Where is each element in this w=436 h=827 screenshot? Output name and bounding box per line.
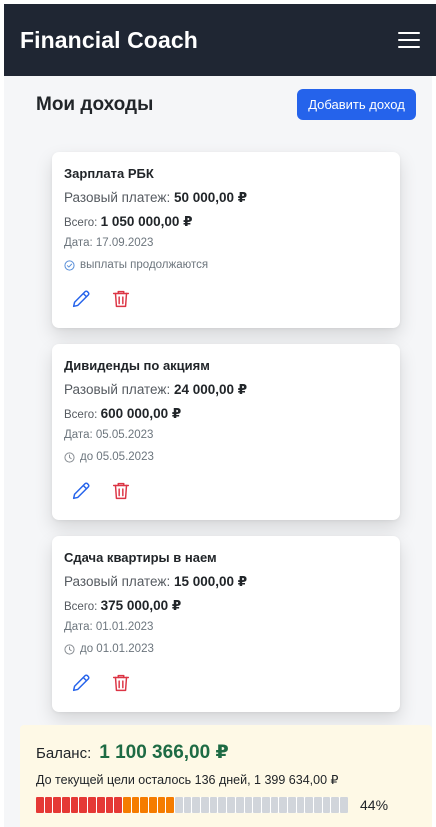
payment-value: 24 000,00 ₽ bbox=[173, 382, 248, 397]
card-actions bbox=[70, 288, 132, 310]
progress-segment bbox=[235, 797, 244, 813]
status-text: до 05.05.2023 bbox=[80, 451, 154, 463]
progress-segment bbox=[253, 797, 261, 813]
progress-segment bbox=[53, 797, 62, 813]
total-value: 1 050 000,00 ₽ bbox=[100, 214, 193, 229]
income-status: выплаты продолжаются bbox=[64, 256, 388, 274]
income-total: Всего: 1 050 000,00 ₽ bbox=[64, 214, 388, 234]
goal-progress-bar bbox=[36, 797, 348, 813]
progress-segment bbox=[166, 797, 174, 813]
income-date: Дата: 17.09.2023 bbox=[64, 237, 154, 249]
income-date: Дата: 05.05.2023 bbox=[64, 429, 154, 441]
progress-segment bbox=[131, 797, 140, 813]
payment-label: Разовый платеж: bbox=[64, 382, 171, 397]
progress-segment bbox=[340, 797, 348, 813]
card-actions bbox=[70, 672, 132, 694]
card-actions bbox=[70, 480, 132, 502]
income-card: Сдача квартиры в наем Разовый платеж: 15 … bbox=[52, 536, 400, 712]
progress-segment bbox=[305, 797, 313, 813]
progress-segment bbox=[261, 797, 270, 813]
status-text: выплаты продолжаются bbox=[80, 259, 209, 271]
total-label: Всего: bbox=[64, 409, 98, 421]
progress-segment bbox=[88, 797, 96, 813]
income-card: Дивиденды по акциям Разовый платеж: 24 00… bbox=[52, 344, 400, 520]
main-content: Мои доходы Добавить доход Зарплата РБК Ра… bbox=[4, 76, 432, 827]
progress-segment bbox=[36, 797, 44, 813]
progress-segment bbox=[296, 797, 305, 813]
edit-icon[interactable] bbox=[70, 288, 92, 310]
progress-segment bbox=[192, 797, 201, 813]
income-title: Дивиденды по акциям bbox=[64, 358, 210, 373]
progress-segment bbox=[105, 797, 114, 813]
progress-percent: 44% bbox=[360, 797, 389, 813]
edit-icon[interactable] bbox=[70, 480, 92, 502]
progress-segment bbox=[157, 797, 166, 813]
progress-segment bbox=[314, 797, 322, 813]
delete-icon[interactable] bbox=[110, 672, 132, 694]
total-label: Всего: bbox=[64, 217, 98, 229]
progress-segment bbox=[279, 797, 287, 813]
income-card: Зарплата РБК Разовый платеж: 50 000,00 ₽ В… bbox=[52, 152, 400, 328]
progress-segment bbox=[96, 797, 105, 813]
clock-icon bbox=[64, 643, 75, 655]
progress-segment bbox=[175, 797, 183, 813]
income-date: Дата: 01.01.2023 bbox=[64, 621, 154, 633]
payment-value: 50 000,00 ₽ bbox=[173, 190, 248, 205]
income-title: Зарплата РБК bbox=[64, 166, 154, 181]
income-status: до 01.01.2023 bbox=[64, 640, 388, 658]
progress-segment bbox=[287, 797, 296, 813]
progress-segment bbox=[270, 797, 279, 813]
payment-label: Разовый платеж: bbox=[64, 574, 171, 589]
progress-segment bbox=[227, 797, 235, 813]
balance-value: 1 100 366,00 ₽ bbox=[99, 742, 229, 763]
income-total: Всего: 600 000,00 ₽ bbox=[64, 406, 388, 426]
page-header: Мои доходы Добавить доход bbox=[4, 76, 432, 136]
total-value: 375 000,00 ₽ bbox=[100, 598, 182, 613]
progress-segment bbox=[122, 797, 131, 813]
progress-segment bbox=[44, 797, 53, 813]
progress-segment bbox=[70, 797, 79, 813]
navbar: Financial Coach bbox=[4, 4, 436, 76]
progress-segment bbox=[79, 797, 88, 813]
income-status: до 05.05.2023 bbox=[64, 448, 388, 466]
progress-segment bbox=[183, 797, 192, 813]
payment-label: Разовый платеж: bbox=[64, 190, 171, 205]
income-payment: Разовый платеж: 50 000,00 ₽ bbox=[64, 190, 388, 210]
progress-segment bbox=[114, 797, 122, 813]
menu-icon[interactable] bbox=[398, 32, 420, 48]
total-value: 600 000,00 ₽ bbox=[100, 406, 182, 421]
clock-icon bbox=[64, 451, 75, 463]
income-title: Сдача квартиры в наем bbox=[64, 550, 217, 565]
goal-remaining-text: До текущей цели осталось 136 дней, 1 399… bbox=[36, 773, 339, 787]
progress-segment bbox=[244, 797, 253, 813]
delete-icon[interactable] bbox=[110, 288, 132, 310]
progress-segment bbox=[201, 797, 209, 813]
income-payment: Разовый платеж: 24 000,00 ₽ bbox=[64, 382, 388, 402]
edit-icon[interactable] bbox=[70, 672, 92, 694]
progress-segment bbox=[140, 797, 148, 813]
progress-segment bbox=[62, 797, 70, 813]
progress-segment bbox=[331, 797, 340, 813]
balance-label: Баланс: bbox=[36, 745, 92, 762]
payment-value: 15 000,00 ₽ bbox=[173, 574, 248, 589]
add-income-button[interactable]: Добавить доход bbox=[297, 89, 416, 120]
income-total: Всего: 375 000,00 ₽ bbox=[64, 598, 388, 618]
progress-segment bbox=[322, 797, 331, 813]
check-circle-icon bbox=[64, 259, 75, 271]
balance-panel: Баланс: 1 100 366,00 ₽ До текущей цели о… bbox=[20, 725, 432, 827]
progress-segment bbox=[218, 797, 227, 813]
app-title[interactable]: Financial Coach bbox=[20, 27, 198, 54]
delete-icon[interactable] bbox=[110, 480, 132, 502]
status-text: до 01.01.2023 bbox=[80, 643, 154, 655]
progress-segment bbox=[209, 797, 218, 813]
page-title: Мои доходы bbox=[36, 94, 154, 115]
income-payment: Разовый платеж: 15 000,00 ₽ bbox=[64, 574, 388, 594]
progress-segment bbox=[148, 797, 157, 813]
total-label: Всего: bbox=[64, 601, 98, 613]
